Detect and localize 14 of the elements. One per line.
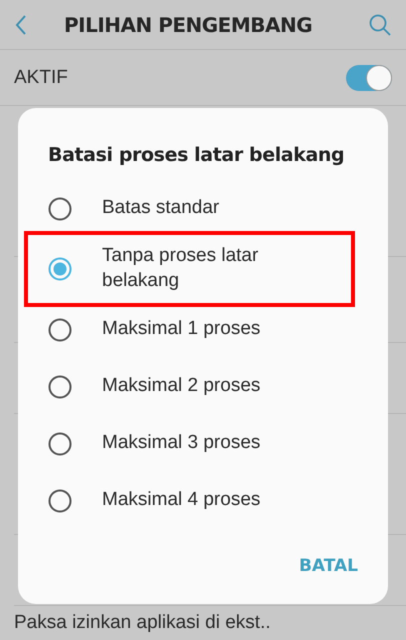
toggle-switch[interactable] [346, 64, 392, 90]
radio-button[interactable] [48, 374, 72, 398]
radio-button[interactable] [48, 488, 72, 512]
radio-button[interactable] [48, 318, 72, 342]
radio-button[interactable] [48, 196, 72, 220]
radio-option[interactable]: Maksimal 3 proses [18, 415, 388, 472]
dialog-title: Batasi proses latar belakang [47, 144, 346, 166]
radio-button[interactable] [48, 432, 72, 456]
radio-option[interactable]: Maksimal 4 proses [18, 472, 388, 529]
switch-label: AKTIF [14, 66, 69, 88]
page-title: PILIHAN PENGEMBANG [64, 12, 314, 36]
radio-option[interactable]: Maksimal 2 proses [18, 358, 388, 415]
radio-button[interactable] [48, 257, 72, 281]
setting-label: Paksa izinkan aplikasi di ekst.. [14, 612, 271, 634]
